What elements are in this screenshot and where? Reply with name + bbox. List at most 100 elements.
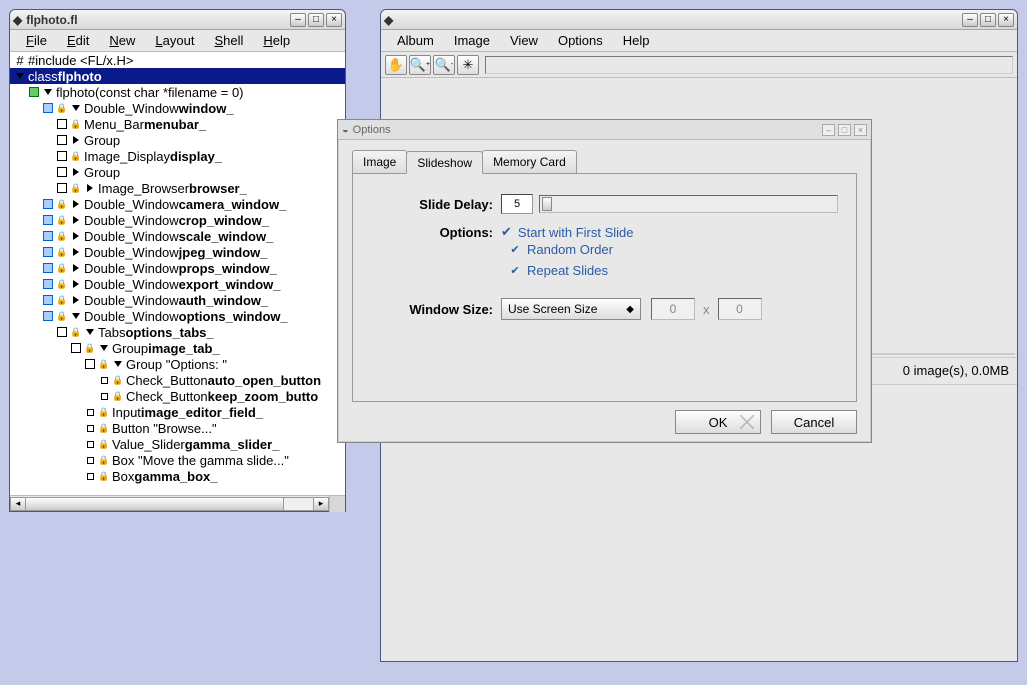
tree-name: scale_window_ (179, 229, 274, 244)
tree-row[interactable]: 🔒Tabs options_tabs_ (10, 324, 345, 340)
maximize-button[interactable]: □ (838, 124, 851, 136)
minimize-button[interactable]: – (822, 124, 835, 136)
tree-row[interactable]: Group (10, 164, 345, 180)
check-random[interactable]: Random Order (527, 242, 613, 257)
close-button[interactable]: × (998, 13, 1014, 27)
tree-text: Group "Options: " (126, 357, 227, 372)
tree-row[interactable]: 🔒Group "Options: " (10, 356, 345, 372)
slide-delay-input[interactable] (501, 194, 533, 214)
app-titlebar[interactable]: ◆ – □ × (381, 10, 1017, 30)
lock-icon: 🔒 (56, 294, 68, 306)
slideshow-icon[interactable]: ✳ (457, 55, 479, 75)
tree-row[interactable]: 🔒Double_Window options_window_ (10, 308, 345, 324)
lock-icon: 🔒 (56, 262, 68, 274)
slider-thumb[interactable] (542, 197, 552, 211)
minimize-button[interactable]: – (290, 13, 306, 27)
close-button[interactable]: × (326, 13, 342, 27)
tree-row[interactable]: 🔒Double_Window camera_window_ (10, 196, 345, 212)
window-icon (42, 246, 54, 258)
maximize-button[interactable]: □ (308, 13, 324, 27)
window-icon (42, 310, 54, 322)
tab-memory-card[interactable]: Memory Card (482, 150, 577, 173)
menu-new[interactable]: New (99, 31, 145, 50)
tree-row[interactable]: 🔒Button "Browse..." (10, 420, 345, 436)
tree-row[interactable]: ##include <FL/x.H> (10, 52, 345, 68)
pan-icon[interactable]: ✋ (385, 55, 407, 75)
window-size-select[interactable]: Use Screen Size ◆ (501, 298, 641, 320)
tree-row[interactable]: 🔒Double_Window scale_window_ (10, 228, 345, 244)
expand-icon (70, 278, 82, 290)
tree-row[interactable]: 🔒Image_Browser browser_ (10, 180, 345, 196)
scroll-track[interactable] (26, 497, 313, 511)
maximize-button[interactable]: □ (980, 13, 996, 27)
zoom-in-icon[interactable]: 🔍+ (409, 55, 431, 75)
tree-row[interactable]: 🔒Check_Button auto_open_button (10, 372, 345, 388)
widget-tree[interactable]: ##include <FL/x.H>class flphotoflphoto(c… (10, 52, 345, 495)
tree-text: Box "Move the gamma slide..." (112, 453, 289, 468)
menu-view[interactable]: View (500, 31, 548, 50)
tree-name: auto_open_button (208, 373, 321, 388)
tree-type: Check_Button (126, 389, 208, 404)
options-dialog: ◒ Options – □ × Image Slideshow Memory C… (337, 119, 872, 443)
tree-row[interactable]: 🔒Double_Window jpeg_window_ (10, 244, 345, 260)
tree-name: crop_window_ (179, 213, 269, 228)
width-input (651, 298, 695, 320)
tree-row[interactable]: 🔒Image_Display display_ (10, 148, 345, 164)
tree-row[interactable]: 🔒Check_Button keep_zoom_butto (10, 388, 345, 404)
tree-row[interactable]: flphoto(const char *filename = 0) (10, 84, 345, 100)
check-repeat-box[interactable]: ✔ (509, 265, 521, 277)
scroll-left-icon[interactable]: ◂ (10, 497, 26, 511)
tree-row[interactable]: 🔒Double_Window auth_window_ (10, 292, 345, 308)
slide-delay-label: Slide Delay: (371, 197, 501, 212)
app-icon: ◆ (13, 13, 22, 27)
menu-shell[interactable]: Shell (204, 31, 253, 50)
check-repeat[interactable]: Repeat Slides (527, 263, 608, 278)
menu-image[interactable]: Image (444, 31, 500, 50)
cancel-button[interactable]: Cancel (771, 410, 857, 434)
ok-button[interactable]: OK (675, 410, 761, 434)
tree-row[interactable]: 🔒Box gamma_box_ (10, 468, 345, 484)
scroll-thumb[interactable] (26, 498, 284, 510)
window-icon (42, 230, 54, 242)
fluid-titlebar[interactable]: ◆ flphoto.fl – □ × (10, 10, 345, 30)
check-first-slide-box[interactable]: ✔ (501, 224, 512, 240)
scroll-right-icon[interactable]: ▸ (313, 497, 329, 511)
lock-icon: 🔒 (70, 150, 82, 162)
tree-type: Input (112, 405, 141, 420)
lock-icon: 🔒 (56, 246, 68, 258)
expand-icon (70, 294, 82, 306)
tree-type: Double_Window (84, 229, 179, 244)
tree-name: flphoto (58, 69, 102, 84)
tree-row[interactable]: Group (10, 132, 345, 148)
tree-row[interactable]: 🔒Input image_editor_field_ (10, 404, 345, 420)
close-button[interactable]: × (854, 124, 867, 136)
tree-row[interactable]: 🔒Double_Window props_window_ (10, 260, 345, 276)
menu-file[interactable]: File (16, 31, 57, 50)
menu-help[interactable]: Help (613, 31, 660, 50)
tree-row[interactable]: class flphoto (10, 68, 345, 84)
lock-icon: 🔒 (56, 278, 68, 290)
menu-options[interactable]: Options (548, 31, 613, 50)
menu-layout[interactable]: Layout (145, 31, 204, 50)
tree-row[interactable]: 🔒Double_Window window_ (10, 100, 345, 116)
zoom-out-icon[interactable]: 🔍- (433, 55, 455, 75)
tree-row[interactable]: 🔒Menu_Bar menubar_ (10, 116, 345, 132)
lock-icon: 🔒 (56, 214, 68, 226)
options-titlebar[interactable]: ◒ Options – □ × (338, 120, 871, 140)
check-first-slide[interactable]: Start with First Slide (518, 225, 634, 240)
menu-album[interactable]: Album (387, 31, 444, 50)
tab-slideshow[interactable]: Slideshow (406, 151, 483, 174)
menu-edit[interactable]: Edit (57, 31, 99, 50)
slide-delay-slider[interactable] (539, 195, 838, 213)
collapse-icon (98, 342, 110, 354)
hscroll[interactable]: ◂ ▸ (10, 495, 345, 511)
menu-help[interactable]: Help (253, 31, 300, 50)
tree-row[interactable]: 🔒Double_Window crop_window_ (10, 212, 345, 228)
check-random-box[interactable]: ✔ (509, 244, 521, 256)
tree-row[interactable]: 🔒Value_Slider gamma_slider_ (10, 436, 345, 452)
tree-row[interactable]: 🔒Box "Move the gamma slide..." (10, 452, 345, 468)
tree-row[interactable]: 🔒Group image_tab_ (10, 340, 345, 356)
minimize-button[interactable]: – (962, 13, 978, 27)
tab-image[interactable]: Image (352, 150, 407, 173)
tree-row[interactable]: 🔒Double_Window export_window_ (10, 276, 345, 292)
